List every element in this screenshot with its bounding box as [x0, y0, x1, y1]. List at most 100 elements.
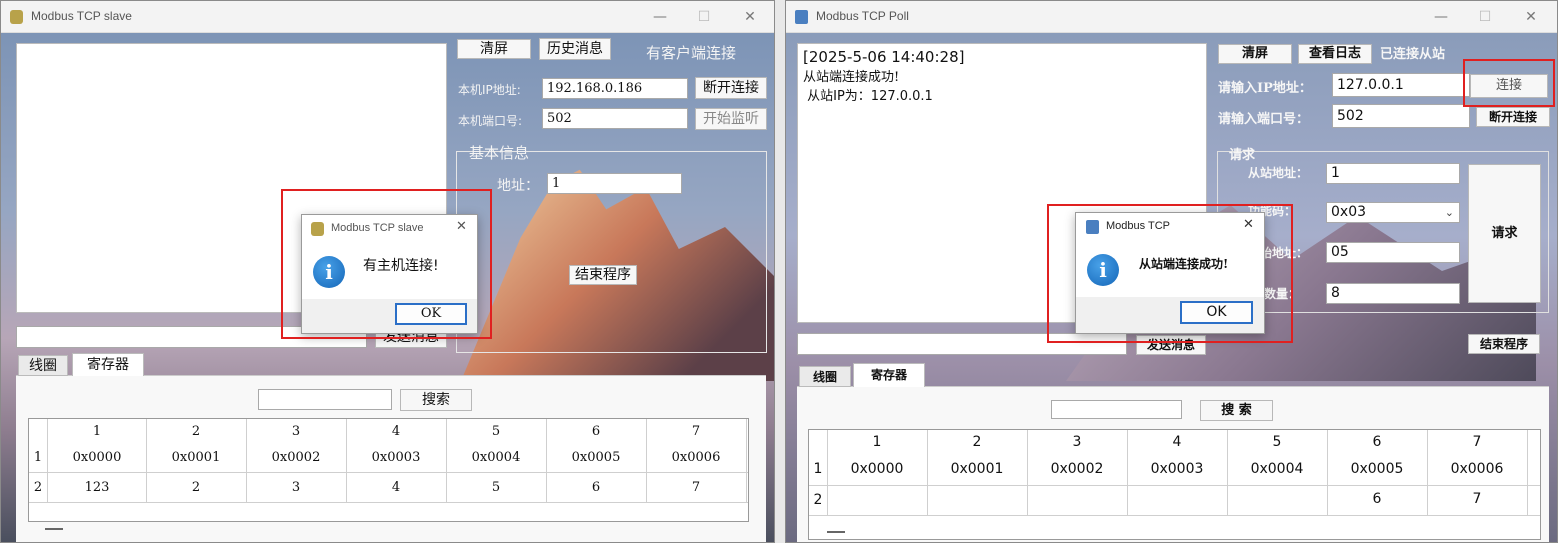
search-input[interactable] [1051, 400, 1182, 419]
row-header: 2 [813, 492, 823, 508]
column-header: 5 [1272, 434, 1282, 450]
close-icon[interactable]: ✕ [1514, 5, 1548, 29]
table-cell[interactable]: 0x0006 [646, 450, 746, 465]
column-header: 6 [591, 424, 601, 439]
search-input[interactable] [258, 389, 392, 410]
start-listen-button: 开始监听 [695, 108, 767, 130]
tab-register[interactable]: 寄存器 [72, 353, 144, 376]
table-cell[interactable]: 0x0004 [446, 450, 546, 465]
column-header: 7 [691, 424, 701, 439]
table-cell[interactable]: 7 [1427, 491, 1527, 507]
ip-label: 请输入IP地址： [1218, 81, 1312, 96]
disconnect-button[interactable]: 断开连接 [1476, 107, 1550, 127]
end-program-button[interactable]: 结束程序 [569, 265, 637, 285]
column-header: 3 [291, 424, 301, 439]
window-title: Modbus TCP Poll [816, 9, 909, 23]
row-header: 1 [813, 461, 823, 477]
table-cell[interactable]: 123 [47, 480, 147, 495]
close-icon[interactable]: ✕ [733, 5, 767, 29]
table-cell[interactable]: 0x0003 [1127, 461, 1227, 477]
ip-input[interactable]: 192.168.0.186 [542, 78, 688, 99]
group-title: 基本信息 [469, 144, 530, 162]
column-header: 1 [872, 434, 882, 450]
app-icon [10, 10, 23, 24]
minimize-icon[interactable]: — [643, 5, 677, 29]
table-cell[interactable]: 0x0001 [146, 450, 246, 465]
table-cell[interactable]: 6 [1327, 491, 1427, 507]
poll-window: Modbus TCP Poll — ☐ ✕ [2025-5-06 14:40:2… [785, 0, 1558, 543]
table-cell[interactable]: 5 [446, 480, 546, 495]
row-header: 2 [33, 480, 43, 495]
port-label: 本机端口号: [458, 114, 523, 128]
address-label: 地址： [497, 178, 539, 194]
table-cell[interactable]: 2 [146, 480, 246, 495]
port-input[interactable]: 502 [542, 108, 688, 129]
table-cell[interactable]: 0x0000 [827, 461, 927, 477]
column-header: 1 [92, 424, 102, 439]
maximize-icon[interactable]: ☐ [1468, 5, 1502, 29]
column-header: 3 [1072, 434, 1082, 450]
view-log-button[interactable]: 查看日志 [1298, 44, 1372, 64]
highlight-box [281, 189, 492, 339]
table-cell[interactable]: 0x0003 [346, 450, 446, 465]
highlight-box [1047, 204, 1293, 343]
start-address-input[interactable]: 05 [1326, 242, 1460, 263]
title-bar: Modbus TCP Poll — ☐ ✕ [786, 1, 1557, 33]
maximize-icon[interactable]: ☐ [687, 5, 721, 29]
column-header: 5 [491, 424, 501, 439]
table-cell[interactable]: 0x0002 [246, 450, 346, 465]
tab-register[interactable]: 寄存器 [853, 363, 925, 387]
minimize-icon[interactable]: — [1424, 5, 1458, 29]
end-program-button[interactable]: 结束程序 [1468, 334, 1540, 354]
slave-window: Modbus TCP slave — ☐ ✕ 清屏 历史消息 有客户端连接 本机… [0, 0, 775, 543]
log-line: 从站IP为：127.0.0.1 [803, 89, 933, 104]
column-header: 2 [191, 424, 201, 439]
table-cell[interactable]: 0x0002 [1027, 461, 1127, 477]
slave-address-label: 从站地址： [1248, 166, 1309, 180]
column-header: 2 [972, 434, 982, 450]
slave-address-input[interactable]: 1 [1326, 163, 1460, 184]
table-cell[interactable]: 0x0000 [47, 450, 147, 465]
highlight-box [1463, 59, 1555, 107]
function-code-value: 0x03 [1331, 204, 1367, 220]
log-line: 从站端连接成功! [803, 70, 900, 85]
history-button[interactable]: 历史消息 [539, 38, 611, 60]
request-button[interactable]: 请求 [1468, 164, 1541, 303]
column-header: 7 [1472, 434, 1482, 450]
table-cell[interactable]: 0x0005 [1327, 461, 1427, 477]
table-cell[interactable]: 3 [246, 480, 346, 495]
column-header: 6 [1372, 434, 1382, 450]
tab-coil[interactable]: 线圈 [799, 366, 851, 387]
search-button[interactable]: 搜 索 [1200, 400, 1273, 421]
table-cell[interactable]: 4 [346, 480, 446, 495]
disconnect-button[interactable]: 断开连接 [695, 77, 767, 99]
table-cell[interactable]: 0x0006 [1427, 461, 1527, 477]
table-cell[interactable]: 0x0001 [927, 461, 1027, 477]
port-input[interactable]: 502 [1332, 104, 1470, 128]
connection-status: 已连接从站 [1380, 47, 1446, 62]
scrollbar-handle[interactable] [827, 531, 845, 533]
search-button[interactable]: 搜索 [400, 389, 472, 411]
port-label: 请输入端口号： [1218, 112, 1310, 127]
tab-coil[interactable]: 线圈 [18, 355, 68, 376]
table-cell[interactable]: 0x0004 [1227, 461, 1327, 477]
column-header: 4 [1172, 434, 1182, 450]
address-input[interactable]: 1 [547, 173, 682, 194]
scrollbar-handle[interactable] [45, 528, 63, 530]
table-cell[interactable]: 7 [646, 480, 746, 495]
chevron-down-icon: ⌄ [1444, 206, 1454, 219]
connection-status: 有客户端连接 [646, 44, 737, 62]
row-header: 1 [33, 450, 43, 465]
register-table: 1 2 3 4 5 6 7 1 2 0x0000 0x0001 0x0002 0… [808, 429, 1541, 540]
table-cell[interactable]: 0x0005 [546, 450, 646, 465]
register-table: 1 2 3 4 5 6 7 1 2 0x0000 0x0001 0x0002 0… [28, 418, 749, 530]
clear-button[interactable]: 清屏 [1218, 44, 1292, 64]
column-header: 4 [391, 424, 401, 439]
quantity-input[interactable]: 8 [1326, 283, 1460, 304]
clear-button[interactable]: 清屏 [457, 39, 531, 59]
function-code-select[interactable]: 0x03 ⌄ [1326, 202, 1460, 223]
group-title: 请求 [1229, 148, 1256, 163]
title-bar: Modbus TCP slave — ☐ ✕ [1, 1, 774, 33]
ip-input[interactable]: 127.0.0.1 [1332, 73, 1470, 97]
table-cell[interactable]: 6 [546, 480, 646, 495]
